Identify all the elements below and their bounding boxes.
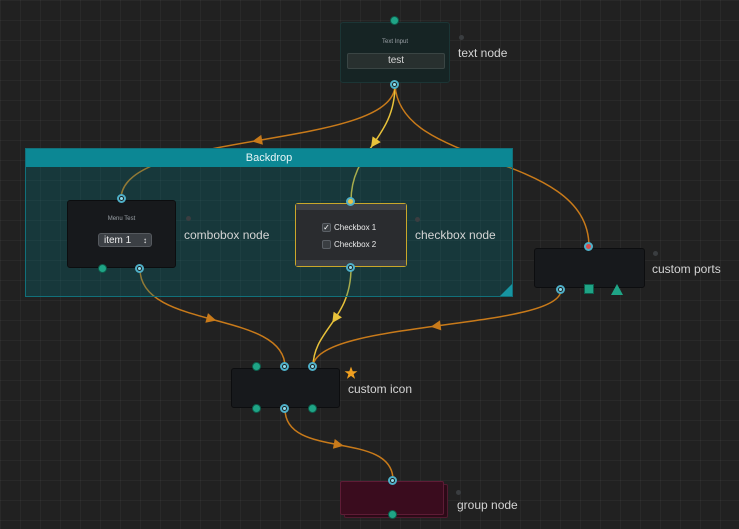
text-node-output-port[interactable] <box>390 80 399 89</box>
custom-ports-label: custom ports <box>652 262 721 276</box>
custom-icon-input-port-2[interactable] <box>280 362 289 371</box>
checkbox-status-dot <box>415 217 420 222</box>
wire-custom-icon-to-group-arrow-icon <box>332 438 344 449</box>
checkbox-node-label: checkbox node <box>415 228 496 242</box>
wire-custom-ports-to-custom-icon-arrow-icon <box>430 320 442 331</box>
text-input-title: Text Input <box>381 39 408 45</box>
checkbox-1[interactable]: ✓ Checkbox 1 <box>322 223 376 232</box>
combobox-status-dot <box>186 216 191 221</box>
checkbox-2[interactable]: Checkbox 2 <box>322 240 376 249</box>
combobox-node[interactable]: Menu Test item 1 ↕ <box>67 200 176 268</box>
menu-test-title: Menu Test <box>107 216 136 222</box>
group-node-input-port[interactable] <box>388 476 397 485</box>
checkbox-input-port[interactable] <box>346 197 355 206</box>
group-node-output-port[interactable] <box>388 510 397 519</box>
custom-icon-output-port-2[interactable] <box>280 404 289 413</box>
backdrop-resize-handle[interactable] <box>500 284 512 296</box>
text-node[interactable]: Text Input test <box>340 22 450 83</box>
custom-icon-output-port-3[interactable] <box>308 404 317 413</box>
custom-icon-input-port-1[interactable] <box>252 362 261 371</box>
group-node-label: group node <box>457 498 518 512</box>
square-port-icon[interactable] <box>584 284 594 294</box>
checkbox-node[interactable]: ✓ Checkbox 1 Checkbox 2 <box>295 203 407 267</box>
combobox-output-port-2[interactable] <box>135 264 144 273</box>
combobox-select[interactable]: item 1 ↕ <box>98 233 152 247</box>
star-icon <box>344 366 358 379</box>
text-node-label: text node <box>458 46 508 60</box>
custom-ports-node[interactable] <box>534 248 645 288</box>
custom-icon-label: custom icon <box>348 382 413 396</box>
wire-combobox-to-custom-icon-arrow-icon <box>205 313 217 323</box>
updown-arrow-icon: ↕ <box>143 236 147 245</box>
text-input-field[interactable]: test <box>347 53 445 69</box>
custom-ports-output-port[interactable] <box>556 285 565 294</box>
custom-icon-output-port-1[interactable] <box>252 404 261 413</box>
checkbox-1-box[interactable]: ✓ <box>322 223 331 232</box>
text-node-input-port[interactable] <box>390 16 399 25</box>
checkbox-output-port[interactable] <box>346 263 355 272</box>
custom-icon-node[interactable] <box>231 368 340 408</box>
text-node-status-dot <box>459 35 464 40</box>
backdrop-title[interactable]: Backdrop <box>26 149 512 167</box>
combobox-output-port-1[interactable] <box>98 264 107 273</box>
checkbox-2-box[interactable] <box>322 240 331 249</box>
custom-ports-input-port[interactable] <box>584 242 593 251</box>
combobox-node-label: combobox node <box>184 228 270 242</box>
checkbox-1-label: Checkbox 1 <box>334 223 377 232</box>
wire-checkbox-to-custom-icon-arrow-icon <box>332 311 342 323</box>
combobox-input-port[interactable] <box>117 194 126 203</box>
custom-ports-status-dot <box>653 251 658 256</box>
triangle-port-icon[interactable] <box>611 284 623 295</box>
combobox-value: item 1 <box>104 235 132 246</box>
custom-icon-input-port-3[interactable] <box>308 362 317 371</box>
checkbox-2-label: Checkbox 2 <box>334 240 377 249</box>
group-node-status-dot <box>456 490 461 495</box>
